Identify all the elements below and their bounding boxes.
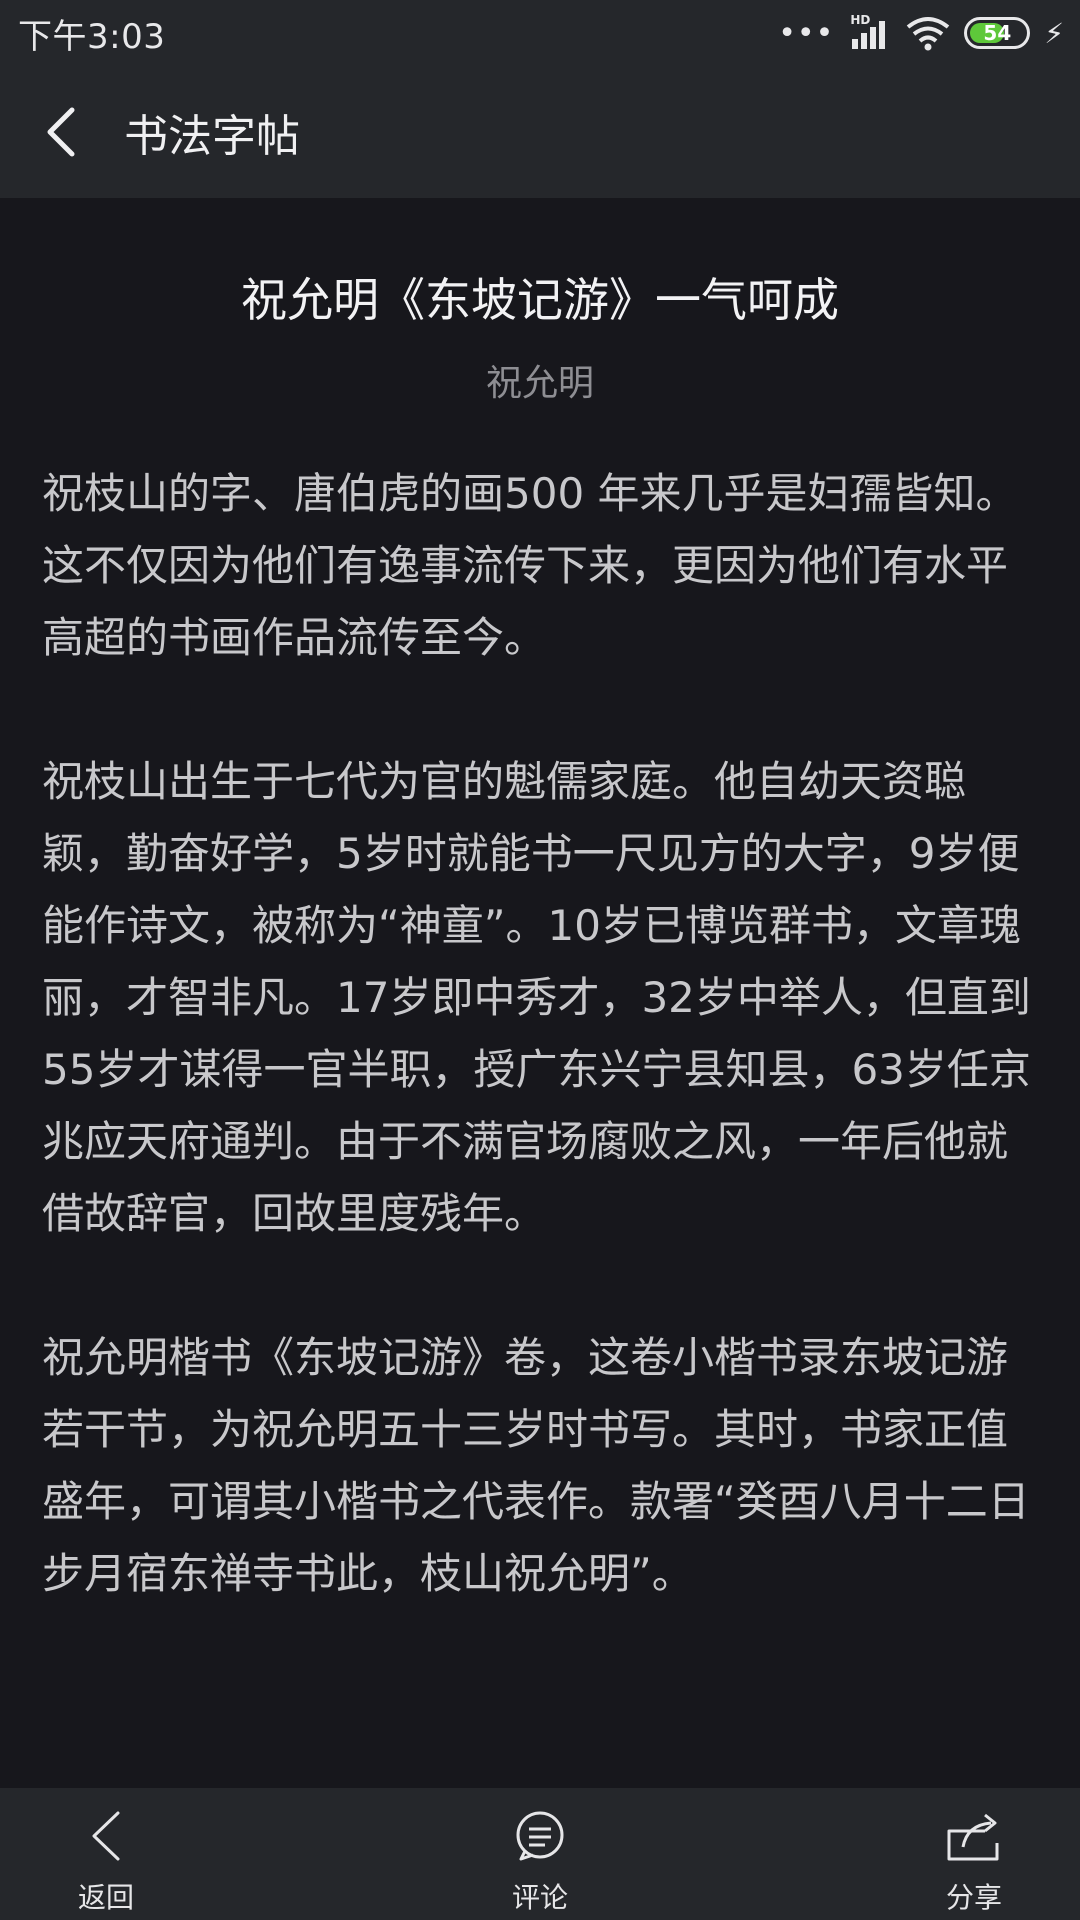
comment-icon: [516, 1811, 564, 1861]
back-arrow-icon: [92, 1811, 120, 1861]
article-paragraph: 祝枝山的字、唐伯虎的画500 年来几乎是妇孺皆知。这不仅因为他们有逸事流传下来，…: [42, 469, 1018, 662]
cell-signal-icon: HD: [848, 13, 892, 51]
share-button[interactable]: 分享: [914, 1788, 1034, 1920]
charging-icon: ⚡: [1044, 16, 1064, 50]
article-paragraph: 祝允明楷书《东坡记游》卷，这卷小楷书录东坡记游若干节，为祝允明五十三岁时书写。其…: [42, 1333, 1030, 1598]
more-dots-icon: •••: [778, 15, 835, 51]
status-icons: ••• HD 54 ⚡: [778, 13, 1064, 51]
status-bar: 下午3:03 ••• HD 54 ⚡: [0, 0, 1080, 66]
wifi-icon: [907, 17, 950, 51]
battery-icon: 54: [964, 17, 1031, 49]
bottom-toolbar: 返回 评论 分享: [0, 1788, 1080, 1920]
page-title: 书法字帖: [124, 111, 300, 162]
comment-button[interactable]: 评论: [480, 1788, 600, 1920]
comment-label: 评论: [511, 1881, 568, 1914]
article-author: 祝允明: [485, 363, 594, 404]
app-bar: 书法字帖: [0, 66, 1080, 198]
bottom-back-button[interactable]: 返回: [46, 1788, 166, 1920]
chevron-left-icon: [47, 107, 75, 157]
status-time: 下午3:03: [18, 16, 166, 57]
article-body: 祝枝山的字、唐伯虎的画500 年来几乎是妇孺皆知。这不仅因为他们有逸事流传下来，…: [42, 458, 1038, 1610]
article-title: 祝允明《东坡记游》一气呵成: [241, 273, 839, 327]
share-icon: [947, 1813, 999, 1861]
network-type-label: HD: [850, 13, 871, 27]
share-label: 分享: [945, 1881, 1002, 1914]
back-button[interactable]: [0, 66, 120, 198]
battery-level: 54: [983, 21, 1012, 45]
article-paragraph: 祝枝山出生于七代为官的魁儒家庭。他自幼天资聪颖，勤奋好学，5岁时就能书一尺见方的…: [42, 757, 1031, 1238]
article-content[interactable]: 祝允明《东坡记游》一气呵成 祝允明 祝枝山的字、唐伯虎的画500 年来几乎是妇孺…: [0, 198, 1080, 1788]
bottom-back-label: 返回: [77, 1881, 134, 1914]
